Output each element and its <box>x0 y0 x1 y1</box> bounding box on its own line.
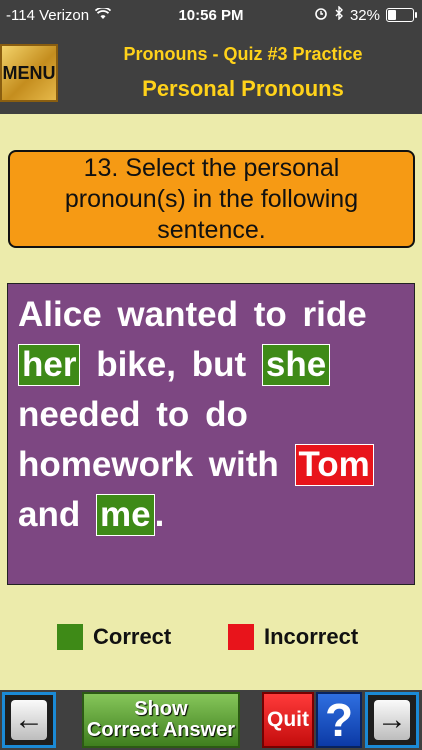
question-text: 13. Select the personal pronoun(s) in th… <box>64 153 359 244</box>
sentence-word[interactable]: but <box>192 340 246 390</box>
sentence-end-punctuation: . <box>154 495 165 534</box>
sentence-word[interactable]: ride <box>302 290 366 340</box>
legend-incorrect-label: Incorrect <box>264 624 359 649</box>
sentence-word[interactable]: to <box>254 290 287 340</box>
arrow-left-icon: ← <box>11 700 47 740</box>
battery-icon <box>386 8 417 22</box>
quit-button[interactable]: Quit <box>262 692 314 748</box>
bluetooth-icon <box>334 5 344 24</box>
question-box: 13. Select the personal pronoun(s) in th… <box>8 150 415 248</box>
show-correct-answer-button[interactable]: Show Correct Answer <box>82 692 240 748</box>
sentence-word-incorrect[interactable]: Tom <box>294 444 374 486</box>
battery-percent: 32% <box>349 6 380 24</box>
sentence-word[interactable]: homework <box>18 440 193 490</box>
quiz-subtitle: Personal Pronouns <box>142 76 344 101</box>
correct-swatch <box>57 624 83 650</box>
sentence-word[interactable]: Alice <box>18 290 102 340</box>
battery-fill <box>388 10 397 20</box>
legend-incorrect: Incorrect <box>228 624 358 650</box>
sentence-word-correct[interactable]: she <box>261 344 331 386</box>
help-button[interactable]: ? <box>316 692 362 748</box>
legend-correct-label: Correct <box>93 624 172 649</box>
sentence-word[interactable]: wanted <box>117 290 238 340</box>
bottom-toolbar: ← Show Correct Answer Quit ? → <box>0 690 422 750</box>
sentence-panel: Alice wanted to ride her bike, but she n… <box>7 283 415 585</box>
back-button[interactable]: ← <box>2 692 56 748</box>
legend-correct: Correct <box>57 624 171 650</box>
show-answer-line1: Show <box>134 698 188 720</box>
quiz-title: Pronouns - Quiz #3 Practice <box>123 44 363 64</box>
sentence-word[interactable]: do <box>205 390 248 440</box>
incorrect-swatch <box>228 624 254 650</box>
sentence-word[interactable]: bike, <box>96 340 176 390</box>
sentence-word-correct[interactable]: her <box>18 344 81 386</box>
alarm-icon <box>314 6 328 24</box>
show-answer-line2: Correct Answer <box>86 719 236 741</box>
sentence-word[interactable]: and <box>18 490 80 540</box>
sentence-word[interactable]: to <box>156 390 189 440</box>
sentence-word[interactable]: with <box>209 440 279 490</box>
sentence-text: Alice wanted to ride her bike, but she n… <box>18 290 408 540</box>
forward-button[interactable]: → <box>365 692 419 748</box>
status-bar: -114 Verizon 10:56 PM 32% <box>0 0 422 32</box>
sentence-word-correct[interactable]: me <box>95 494 155 536</box>
arrow-right-icon: → <box>374 700 410 740</box>
menu-button[interactable]: MENU <box>0 44 58 102</box>
app-header: MENU Pronouns - Quiz #3 Practice Persona… <box>0 32 422 114</box>
sentence-word[interactable]: needed <box>18 390 141 440</box>
status-right: 32% <box>314 5 417 24</box>
